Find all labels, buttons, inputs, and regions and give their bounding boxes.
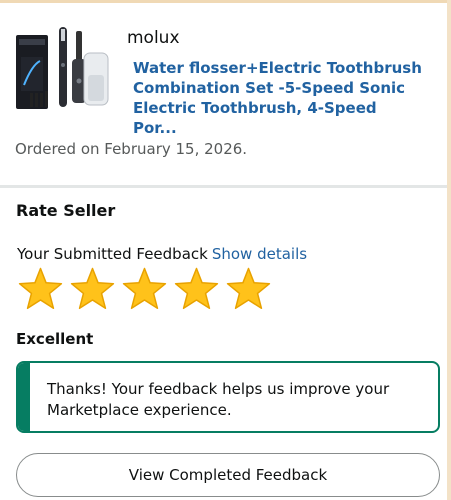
section-divider — [0, 185, 447, 188]
star-icon[interactable] — [121, 266, 168, 312]
alert-message: Thanks! Your feedback helps us improve y… — [47, 380, 390, 419]
star-icon[interactable] — [69, 266, 116, 312]
star-icon[interactable] — [225, 266, 272, 312]
rate-seller-heading: Rate Seller — [16, 201, 116, 220]
product-title-link[interactable]: Water flosser+Electric Toothbrush Combin… — [133, 58, 423, 138]
star-rating[interactable] — [17, 266, 272, 314]
star-icon[interactable] — [173, 266, 220, 312]
toothbrush-product-icon — [16, 27, 109, 109]
order-card: molux Water flosser+Electric Toothbrush … — [0, 3, 447, 185]
star-icon[interactable] — [17, 266, 64, 312]
view-completed-feedback-button[interactable]: View Completed Feedback — [16, 453, 440, 497]
submitted-feedback-row: Your Submitted Feedback Show details — [17, 245, 307, 263]
order-date: Ordered on February 15, 2026. — [15, 140, 248, 158]
seller-name: molux — [127, 28, 180, 48]
feedback-success-alert: Thanks! Your feedback helps us improve y… — [16, 361, 440, 433]
show-details-link[interactable]: Show details — [212, 245, 307, 263]
rating-label: Excellent — [16, 330, 94, 348]
submitted-feedback-label: Your Submitted Feedback — [17, 245, 208, 263]
alert-accent-bar — [18, 363, 30, 431]
right-edge-border — [447, 0, 451, 500]
product-image-icon[interactable] — [14, 25, 110, 111]
rate-seller-page: molux Water flosser+Electric Toothbrush … — [0, 0, 451, 500]
